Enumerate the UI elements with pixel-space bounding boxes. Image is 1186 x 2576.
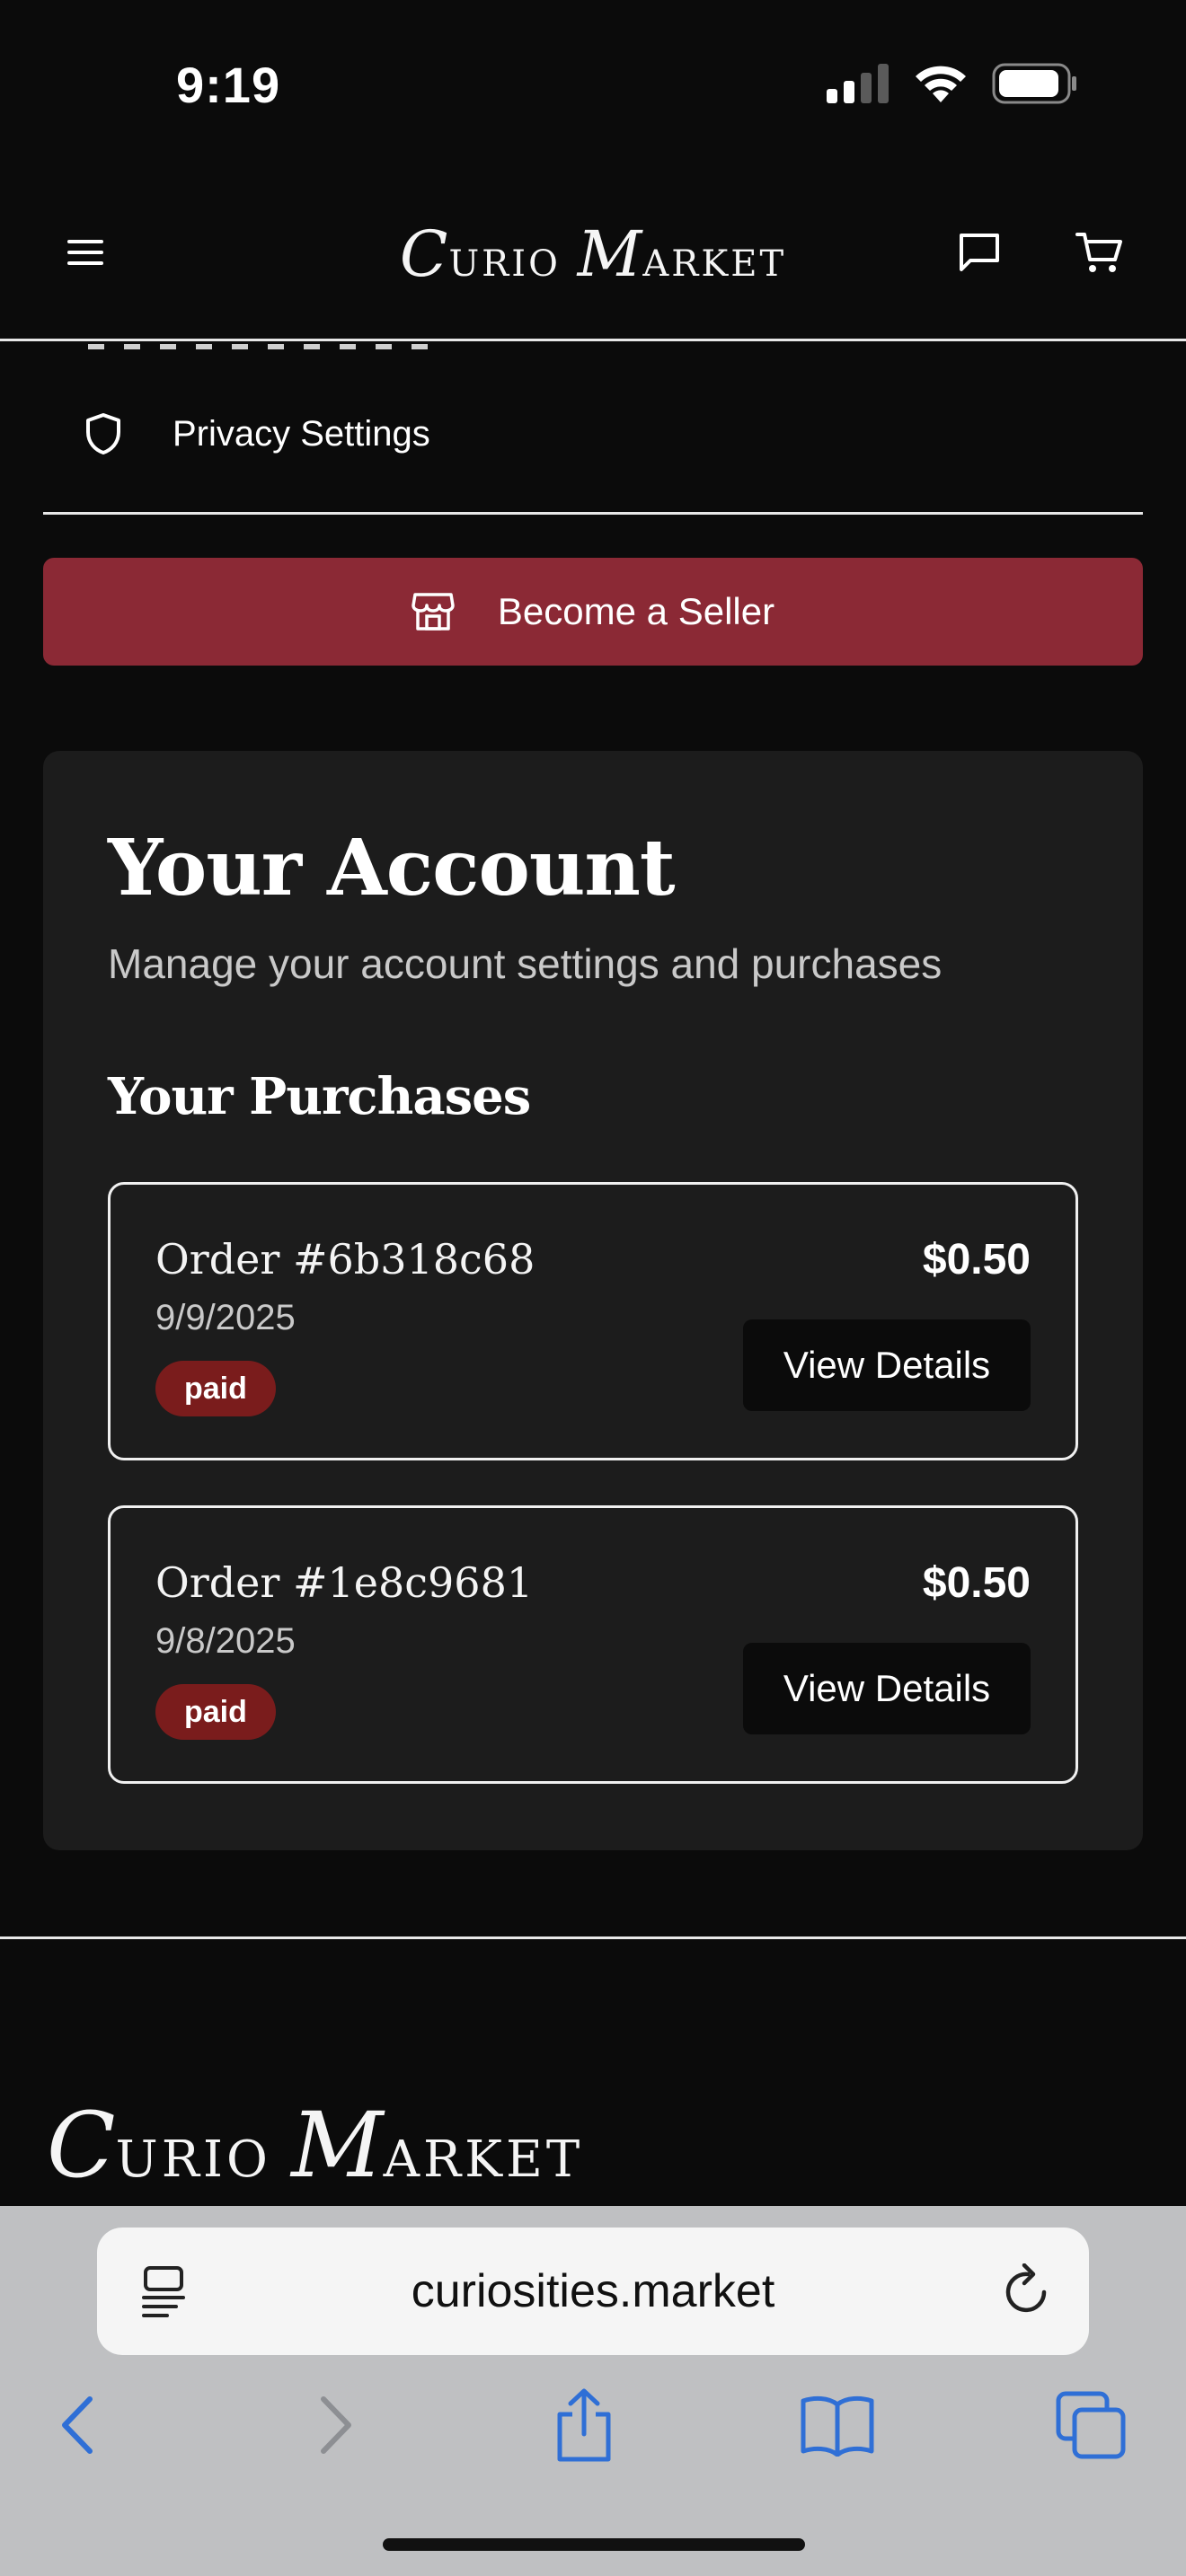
brand-first-rest: URIO [448,243,561,285]
status-time: 9:19 [176,57,281,113]
tabs-icon [1056,2391,1126,2459]
status-badge: paid [155,1684,276,1740]
order-card: Order #1e8c9681 9/8/2025 paid $0.50 View… [108,1505,1078,1784]
status-bar: 9:19 [0,0,1186,171]
brand-second-cap: M [577,217,643,291]
footer-brand-second-cap: M [291,2093,384,2198]
bookmarks-button[interactable] [792,2380,882,2470]
share-icon [557,2388,611,2462]
privacy-settings-label: Privacy Settings [173,413,430,454]
reader-mode-icon[interactable] [140,2265,187,2322]
back-button[interactable] [32,2380,122,2470]
page-subtitle: Manage your account settings and purchas… [108,940,943,987]
become-seller-button[interactable]: Become a Seller [43,558,1143,666]
order-date: 9/8/2025 [155,1621,296,1661]
order-date: 9/9/2025 [155,1298,296,1337]
order-id: Order #1e8c9681 [155,1558,534,1607]
url-text: curiosities.market [411,2265,775,2317]
footer-brand-second-rest: ARKET [383,2130,584,2189]
footer-brand-first-rest: URIO [115,2130,271,2189]
menu-item-privacy-settings[interactable]: Privacy Settings [43,398,1143,470]
brand-first-cap: C [399,217,449,291]
page-title: Your Account [108,823,676,913]
account-card: Your Account Manage your account setting… [43,751,1143,1850]
become-seller-label: Become a Seller [497,590,775,632]
order-card: Order #6b318c68 9/9/2025 paid $0.50 View… [108,1182,1078,1460]
forward-button[interactable] [291,2380,381,2470]
view-details-button[interactable]: View Details [743,1319,1031,1411]
messages-button[interactable] [948,221,1011,284]
order-id: Order #6b318c68 [155,1235,535,1284]
battery-icon [992,63,1076,104]
status-badge: paid [155,1361,276,1416]
view-details-button[interactable]: View Details [743,1643,1031,1734]
menu-item-partially-hidden [88,344,447,349]
cart-icon [1075,233,1122,272]
tabs-button[interactable] [1046,2380,1136,2470]
reload-icon[interactable] [1003,2263,1053,2322]
order-price: $0.50 [922,1559,1031,1607]
address-bar[interactable]: curiosities.market [97,2228,1089,2355]
account-menu: Privacy Settings [43,344,1143,515]
purchases-heading: Your Purchases [108,1067,531,1126]
chat-bubble-icon [960,234,999,271]
shield-icon [84,412,156,455]
footer-divider [0,1936,1186,1939]
browser-toolbar: curiosities.market [0,2206,1186,2576]
storefront-icon [412,593,455,631]
back-arrow-icon [62,2396,93,2454]
bookmarks-icon [801,2395,874,2457]
browser-nav-row [0,2380,1186,2479]
footer-brand-logo[interactable]: CURIO MARKET [47,2093,583,2198]
cart-button[interactable] [1067,221,1130,284]
footer-brand-first-cap: C [47,2093,116,2198]
forward-arrow-icon [321,2396,351,2454]
signal-icon [827,64,889,103]
status-icons [827,63,1078,104]
wifi-icon [916,66,966,102]
brand-second-rest: ARKET [642,243,787,285]
order-price: $0.50 [922,1236,1031,1284]
home-indicator [383,2538,805,2551]
site-header: CURIO MARKET [0,171,1186,341]
share-button[interactable] [539,2380,629,2470]
